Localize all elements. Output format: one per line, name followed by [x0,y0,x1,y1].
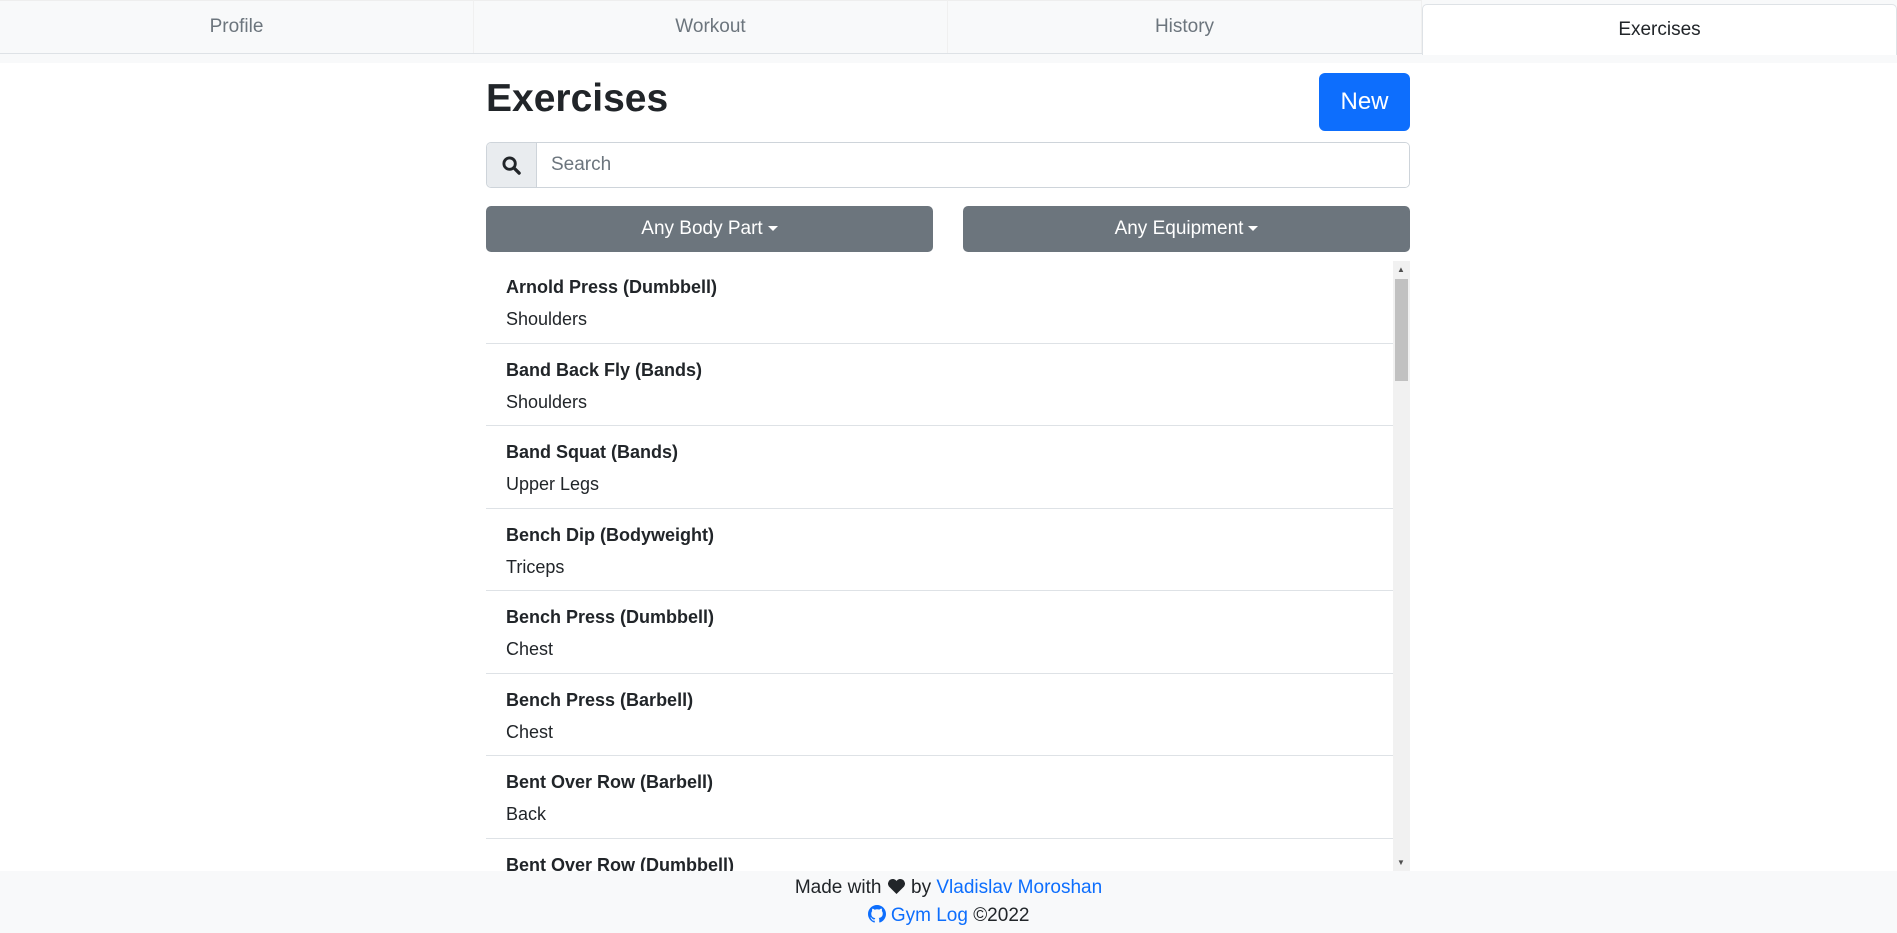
exercise-body-part: Chest [506,721,554,742]
nav-tabs: Profile Workout History Exercises [0,0,1897,63]
exercise-name: Bent Over Row (Barbell) [506,772,714,792]
exercise-body-part: Shoulders [506,391,588,412]
footer: Made with by Vladislav Moroshan Gym Log … [0,871,1897,933]
exercise-name: Band Back Fly (Bands) [506,359,703,380]
exercise-list-item[interactable]: Bent Over Row (Dumbbell) [486,839,1393,872]
page-title: Exercises [486,77,669,120]
scrollbar-thumb[interactable] [1395,279,1408,381]
exercise-body-part: Back [506,804,547,824]
exercise-body-part: Chest [506,639,554,659]
github-icon[interactable] [867,905,886,926]
search-group [486,142,1410,188]
exercise-list-item[interactable]: Arnold Press (Dumbbell) Shoulders [486,261,1393,344]
exercise-name: Band Squat (Bands) [506,442,679,462]
heart-icon [887,877,906,898]
tab-exercises[interactable]: Exercises [1422,4,1897,55]
copyright-text: ©2022 [973,905,1030,926]
exercise-list-item[interactable]: Bent Over Row (Barbell) Back [486,756,1393,839]
repo-link[interactable]: Gym Log [891,905,968,926]
exercise-list-item[interactable]: Band Back Fly (Bands) Shoulders [486,344,1393,426]
exercise-body-part: Triceps [506,556,565,577]
body-part-dropdown[interactable]: Any Body Part [486,206,933,252]
exercise-list: Arnold Press (Dumbbell) Shoulders Band Bac… [486,261,1410,871]
exercise-list-item[interactable]: Bench Dip (Bodyweight) Triceps [486,509,1393,591]
exercise-list-item[interactable]: Bench Press (Dumbbell) Chest [486,591,1393,674]
equipment-dropdown[interactable]: Any Equipment [963,206,1410,252]
search-icon [487,143,537,187]
exercise-body-part: Upper Legs [506,474,600,494]
tab-history[interactable]: History [948,0,1422,53]
author-link[interactable]: Vladislav Moroshan [936,877,1102,898]
exercise-name: Bench Press (Barbell) [506,689,694,710]
exercise-name: Bench Dip (Bodyweight) [506,524,714,545]
scroll-down-arrow-icon[interactable]: ▼ [1397,858,1405,867]
exercise-name: Bent Over Row (Dumbbell) [506,854,735,872]
exercise-name: Bench Press (Dumbbell) [506,607,715,627]
exercise-body-part: Shoulders [506,309,588,329]
exercise-name: Arnold Press (Dumbbell) [506,277,718,297]
tab-profile[interactable]: Profile [0,0,474,53]
made-with-text: Made with [794,877,882,898]
new-exercise-button[interactable]: New [1319,73,1410,131]
scrollbar[interactable]: ▲ ▼ [1393,261,1410,871]
search-input[interactable] [537,143,1409,187]
scroll-up-arrow-icon[interactable]: ▲ [1397,265,1405,274]
exercise-list-item[interactable]: Bench Press (Barbell) Chest [486,674,1393,756]
by-text: by [911,877,932,898]
exercise-list-item[interactable]: Band Squat (Bands) Upper Legs [486,426,1393,509]
tab-workout[interactable]: Workout [474,0,948,53]
